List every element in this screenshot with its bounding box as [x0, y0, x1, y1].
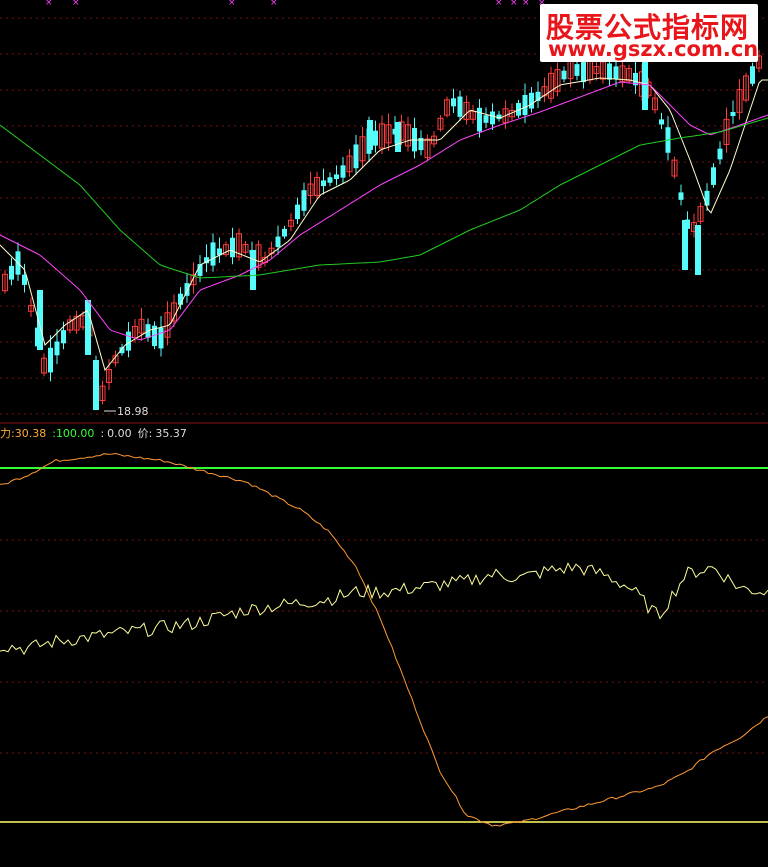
signal-marker: ×: [270, 0, 278, 8]
candle-body-down: [334, 174, 339, 180]
legend-label-3: :: [100, 427, 105, 440]
candle-body-down: [275, 236, 281, 248]
candle-body-down: [607, 63, 612, 80]
candle-body-down: [451, 98, 456, 107]
indicator-legend: 力:30.38:100.00:0.00 价: 35.37: [0, 425, 187, 441]
candle-body-down: [126, 331, 131, 351]
legend-value-3: 0.00: [107, 427, 132, 440]
legend-label-4: 价: [137, 427, 149, 440]
signal-marker: ×: [228, 0, 236, 8]
candle-body-down: [678, 192, 684, 200]
candle-body-down: [210, 242, 216, 266]
candle-body-down: [750, 66, 755, 84]
legend-value-1: 30.38: [14, 427, 47, 440]
candle-body-down: [561, 70, 567, 80]
legend-sep-4: :: [148, 427, 153, 440]
candle-body-down: [490, 111, 495, 125]
legend-value-4: 35.37: [155, 427, 187, 440]
candle-body-down: [282, 228, 287, 237]
candle-body-down: [301, 190, 307, 211]
signal-marker: ×: [72, 0, 80, 8]
legend-value-2: 100.00: [55, 427, 95, 440]
oscillator-line-yellow: [0, 562, 768, 656]
candle-body-down: [717, 148, 723, 160]
candle-body-down: [54, 341, 60, 356]
ma-mid-line: [0, 81, 768, 341]
candle-body-large: [682, 220, 688, 270]
candle-body-down: [574, 64, 580, 76]
low-price-annotation: 18.98: [117, 405, 149, 418]
candle-body-down: [529, 92, 534, 109]
candle-body-down: [457, 96, 463, 117]
candle-body-down: [295, 204, 300, 220]
signal-marker: ×: [45, 0, 53, 8]
candle-body-down: [613, 66, 619, 79]
site-watermark-logo: 股票公式指标网 www.gszx.com.cn: [540, 4, 758, 62]
candle-body-down: [340, 165, 346, 178]
candle-body-down: [711, 167, 716, 185]
signal-marker: ×: [510, 0, 518, 8]
candle-body-large: [85, 300, 91, 355]
candle-body-large: [395, 122, 401, 152]
candle-body-down: [230, 237, 235, 258]
candle-body-large: [93, 360, 99, 410]
signal-marker: ×: [495, 0, 503, 8]
candle-body-down: [522, 94, 528, 116]
candle-body-down: [483, 115, 489, 123]
candle-body-down: [321, 180, 326, 187]
oscillator-line-orange: [0, 452, 768, 827]
candle-body-down: [730, 111, 736, 117]
signal-marker: ×: [522, 0, 530, 8]
candle-body-down: [9, 265, 14, 280]
candle-body-down: [48, 347, 53, 373]
candle-body-down: [327, 177, 333, 183]
watermark-url: www.gszx.com.cn: [548, 37, 759, 61]
candle-body-down: [353, 144, 359, 169]
candle-body-large: [695, 225, 701, 275]
legend-label-1: 力: [0, 427, 11, 440]
candle-body-large: [367, 120, 373, 150]
candle-body-down: [373, 130, 378, 146]
candle-body-down: [158, 327, 164, 349]
candle-body-down: [61, 330, 66, 344]
candle-body-down: [659, 119, 664, 125]
candle-body-down: [477, 107, 482, 132]
